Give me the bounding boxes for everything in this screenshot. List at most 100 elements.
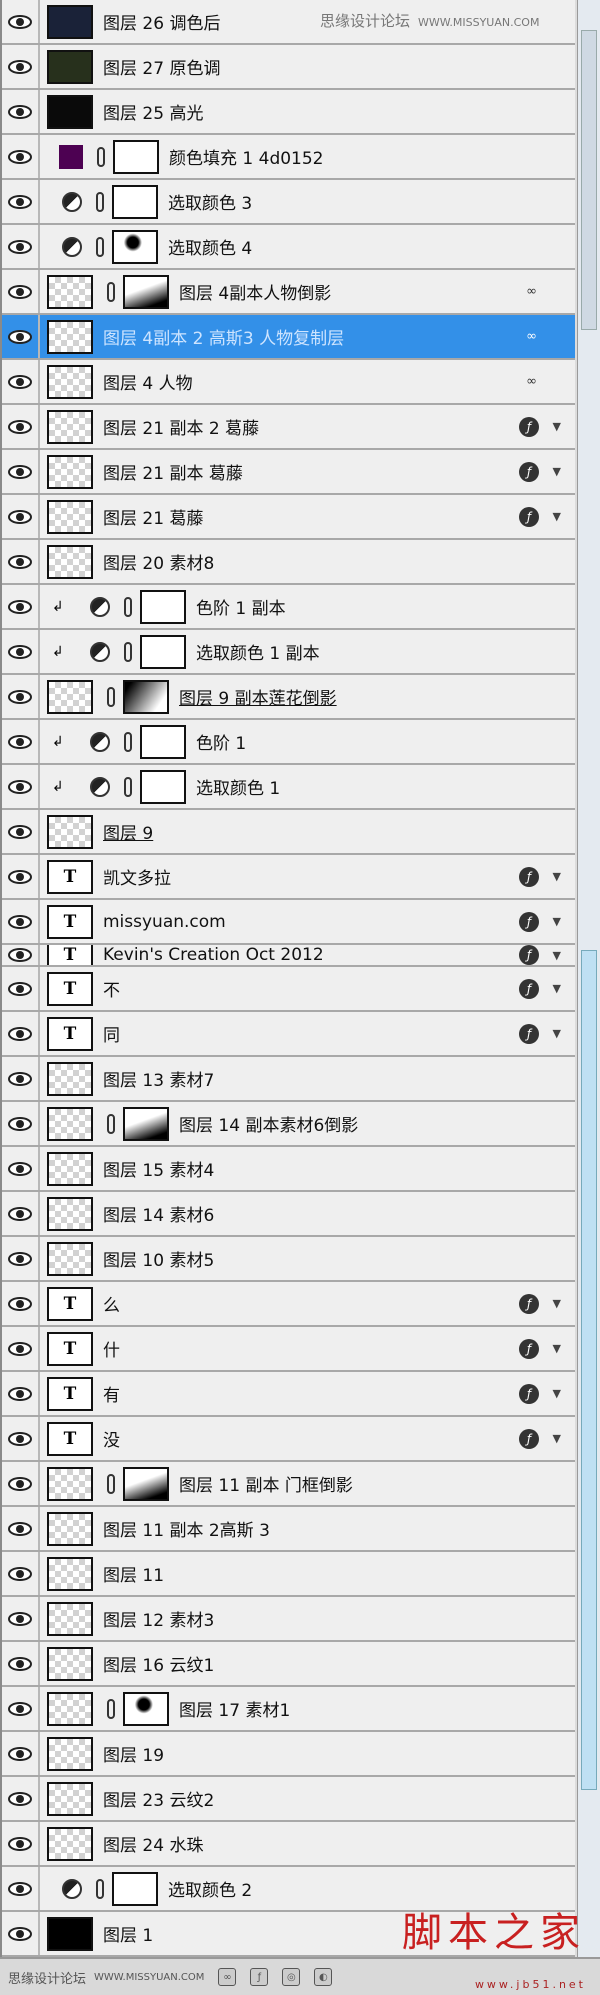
layer-row[interactable]: 图层 15 素材4 [2, 1147, 575, 1192]
mask-link-icon[interactable] [107, 1473, 115, 1494]
visibility-eye-icon[interactable] [2, 1552, 40, 1595]
layer-row[interactable]: T 么 ƒ ▼ [2, 1282, 575, 1327]
visibility-eye-icon[interactable] [2, 630, 40, 673]
layer-row[interactable]: 图层 21 副本 葛藤 ƒ ▼ [2, 450, 575, 495]
layer-mask-thumbnail[interactable] [112, 229, 158, 264]
scrollbar-thumb[interactable] [581, 30, 597, 330]
layer-row[interactable]: 选取颜色 4 [2, 225, 575, 270]
layer-mask-thumbnail[interactable] [123, 274, 169, 309]
visibility-eye-icon[interactable] [2, 1057, 40, 1100]
mask-link-icon[interactable] [96, 1878, 104, 1899]
mask-link-icon[interactable] [124, 776, 132, 797]
layer-row[interactable]: 图层 4副本 2 高斯3 人物复制层 ∞ [2, 315, 575, 360]
scrollbar[interactable] [577, 0, 600, 1957]
layer-mask-thumbnail[interactable] [140, 589, 186, 624]
layer-row[interactable]: T 有 ƒ ▼ [2, 1372, 575, 1417]
fx-icon[interactable]: ƒ [519, 1338, 539, 1359]
mask-link-icon[interactable] [107, 686, 115, 707]
visibility-eye-icon[interactable] [2, 1417, 40, 1460]
visibility-eye-icon[interactable] [2, 900, 40, 943]
layer-mask-thumbnail[interactable] [123, 679, 169, 714]
visibility-eye-icon[interactable] [2, 405, 40, 448]
visibility-eye-icon[interactable] [2, 1597, 40, 1640]
visibility-eye-icon[interactable] [2, 945, 40, 965]
mask-link-icon[interactable] [107, 281, 115, 302]
layer-mask-thumbnail[interactable] [123, 1466, 169, 1501]
expand-arrow-icon[interactable]: ▼ [553, 1342, 561, 1355]
layer-mask-thumbnail[interactable] [113, 139, 159, 174]
layer-row[interactable]: ↲ 选取颜色 1 副本 [2, 630, 575, 675]
visibility-eye-icon[interactable] [2, 1507, 40, 1550]
layer-row[interactable]: 图层 24 水珠 [2, 1822, 575, 1867]
visibility-eye-icon[interactable] [2, 1687, 40, 1730]
visibility-eye-icon[interactable] [2, 45, 40, 88]
layer-row[interactable]: T Kevin's Creation Oct 2012 ƒ ▼ [2, 945, 575, 967]
layer-row[interactable]: 图层 16 云纹1 [2, 1642, 575, 1687]
visibility-eye-icon[interactable] [2, 135, 40, 178]
layer-row[interactable]: T 凯文多拉 ƒ ▼ [2, 855, 575, 900]
visibility-eye-icon[interactable] [2, 1102, 40, 1145]
layer-row[interactable]: T 不 ƒ ▼ [2, 967, 575, 1012]
layer-row[interactable]: 图层 4副本人物倒影 ∞ [2, 270, 575, 315]
mask-link-icon[interactable] [96, 236, 104, 257]
expand-arrow-icon[interactable]: ▼ [553, 510, 561, 523]
add-mask-button[interactable]: ◎ [282, 1968, 301, 1986]
adjustment-layer-button[interactable]: ◐ [314, 1968, 333, 1986]
fx-icon[interactable]: ƒ [519, 866, 539, 887]
visibility-eye-icon[interactable] [2, 270, 40, 313]
layer-row[interactable]: 图层 25 高光 [2, 90, 575, 135]
layer-row[interactable]: 图层 13 素材7 [2, 1057, 575, 1102]
mask-link-icon[interactable] [97, 146, 105, 167]
expand-arrow-icon[interactable]: ▼ [553, 1387, 561, 1400]
layer-row[interactable]: 颜色填充 1 4d0152 [2, 135, 575, 180]
layer-row[interactable]: T 没 ƒ ▼ [2, 1417, 575, 1462]
visibility-eye-icon[interactable] [2, 675, 40, 718]
visibility-eye-icon[interactable] [2, 0, 40, 43]
visibility-eye-icon[interactable] [2, 1732, 40, 1775]
visibility-eye-icon[interactable] [2, 855, 40, 898]
mask-link-icon[interactable] [124, 596, 132, 617]
expand-arrow-icon[interactable]: ▼ [553, 420, 561, 433]
visibility-eye-icon[interactable] [2, 1012, 40, 1055]
expand-arrow-icon[interactable]: ▼ [553, 870, 561, 883]
layer-row[interactable]: 图层 21 葛藤 ƒ ▼ [2, 495, 575, 540]
layer-row[interactable]: ↲ 色阶 1 副本 [2, 585, 575, 630]
layer-row[interactable]: 图层 20 素材8 [2, 540, 575, 585]
visibility-eye-icon[interactable] [2, 450, 40, 493]
link-layers-button[interactable]: ∞ [218, 1968, 237, 1986]
expand-arrow-icon[interactable]: ▼ [553, 1297, 561, 1310]
layer-mask-thumbnail[interactable] [112, 184, 158, 219]
fx-icon[interactable]: ƒ [519, 1383, 539, 1404]
fx-icon[interactable]: ƒ [519, 1023, 539, 1044]
expand-arrow-icon[interactable]: ▼ [553, 1432, 561, 1445]
layer-mask-thumbnail[interactable] [123, 1106, 169, 1141]
fx-icon[interactable]: ƒ [519, 461, 539, 482]
layer-row[interactable]: ↲ 选取颜色 1 [2, 765, 575, 810]
layer-row[interactable]: 图层 17 素材1 [2, 1687, 575, 1732]
layer-row[interactable]: Tmissyuan.com ƒ ▼ [2, 900, 575, 945]
visibility-eye-icon[interactable] [2, 1462, 40, 1505]
visibility-eye-icon[interactable] [2, 360, 40, 403]
visibility-eye-icon[interactable] [2, 180, 40, 223]
layer-row[interactable]: 图层 11 [2, 1552, 575, 1597]
layer-row[interactable]: 图层 9 [2, 810, 575, 855]
layer-mask-thumbnail[interactable] [140, 769, 186, 804]
visibility-eye-icon[interactable] [2, 1372, 40, 1415]
layer-mask-thumbnail[interactable] [140, 634, 186, 669]
expand-arrow-icon[interactable]: ▼ [553, 915, 561, 928]
visibility-eye-icon[interactable] [2, 967, 40, 1010]
fx-icon[interactable]: ƒ [519, 978, 539, 999]
mask-link-icon[interactable] [96, 191, 104, 212]
layer-row[interactable]: 图层 27 原色调 [2, 45, 575, 90]
visibility-eye-icon[interactable] [2, 90, 40, 133]
layer-row[interactable]: 图层 11 副本 门框倒影 [2, 1462, 575, 1507]
fx-icon[interactable]: ƒ [519, 911, 539, 932]
visibility-eye-icon[interactable] [2, 1912, 40, 1955]
visibility-eye-icon[interactable] [2, 720, 40, 763]
visibility-eye-icon[interactable] [2, 1192, 40, 1235]
layer-row[interactable]: 图层 14 副本素材6倒影 [2, 1102, 575, 1147]
visibility-eye-icon[interactable] [2, 1777, 40, 1820]
add-style-button[interactable]: ƒ [250, 1968, 269, 1986]
mask-link-icon[interactable] [107, 1113, 115, 1134]
mask-link-icon[interactable] [124, 641, 132, 662]
